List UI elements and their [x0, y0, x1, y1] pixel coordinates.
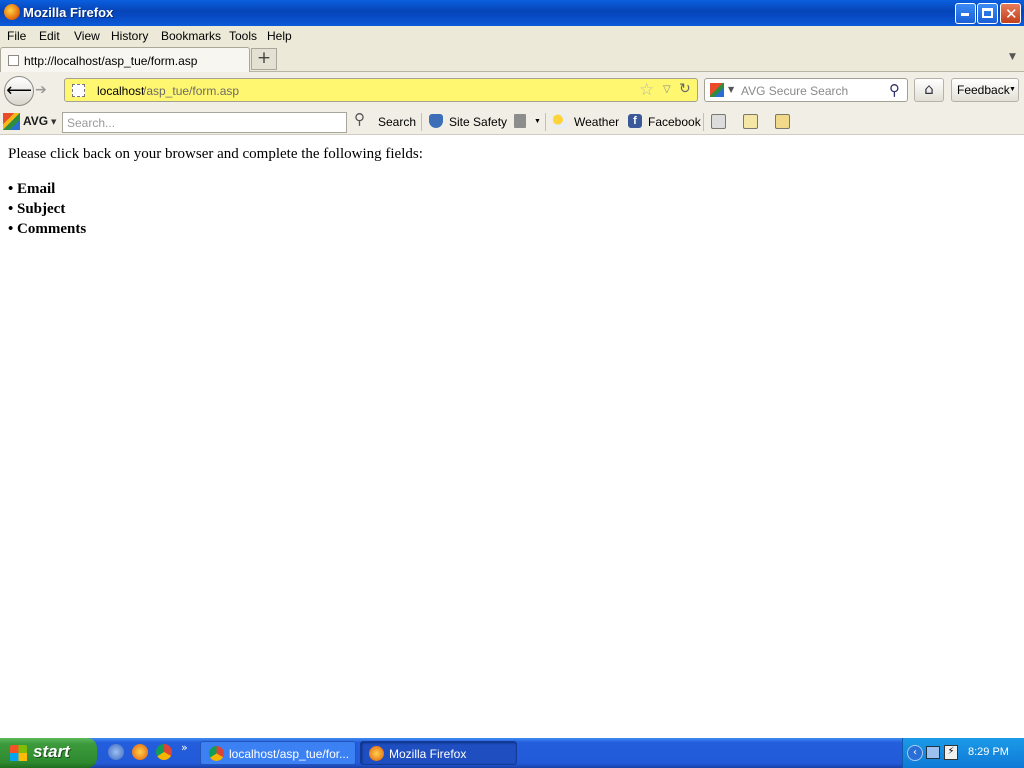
bookmark-star-icon[interactable]: ☆	[639, 80, 654, 100]
chevron-down-icon: ▼	[534, 118, 541, 125]
avg-search-button-label: Search	[378, 115, 417, 129]
search-bar[interactable]: ▼ AVG Secure Search ⚲	[704, 78, 908, 102]
minimize-button[interactable]	[955, 3, 976, 24]
taskbar-button-firefox[interactable]: Mozilla Firefox	[360, 741, 517, 765]
list-all-tabs-icon[interactable]: ▼	[1009, 52, 1016, 62]
feedback-label: Feedback	[957, 83, 1010, 97]
toolbar-divider	[703, 113, 704, 131]
quicklaunch-ie-icon[interactable]	[108, 744, 124, 760]
tab-label: http://localhost/asp_tue/form.asp	[24, 54, 198, 68]
start-label: start	[33, 742, 70, 761]
restore-button[interactable]	[977, 3, 998, 24]
back-arrow-icon: ⟵	[6, 80, 32, 101]
site-safety-label: Site Safety	[449, 115, 508, 129]
quicklaunch-more-icon[interactable]: »	[181, 741, 188, 754]
menu-history[interactable]: History	[111, 29, 148, 43]
tab-form-asp[interactable]: http://localhost/asp_tue/form.asp	[0, 47, 250, 73]
firefox-icon	[369, 746, 384, 761]
close-button[interactable]: ✕	[1000, 3, 1021, 24]
restore-icon	[982, 8, 993, 18]
start-button[interactable]: start	[0, 738, 97, 768]
home-icon: ⌂	[924, 80, 934, 98]
close-icon: ✕	[1005, 5, 1018, 23]
show-hidden-icons-icon[interactable]: ‹	[907, 745, 923, 761]
windows-logo-icon	[10, 745, 27, 761]
notepad-icon[interactable]	[743, 114, 758, 129]
system-tray: ‹ ⚡ 8:29 PM	[902, 738, 1024, 768]
url-path: /asp_tue/form.asp	[143, 84, 240, 98]
chevron-down-icon: ▼	[1009, 86, 1016, 93]
quicklaunch-chrome-icon[interactable]	[156, 744, 172, 760]
quicklaunch-firefox-icon[interactable]	[132, 744, 148, 760]
window-title-bar[interactable]: Mozilla Firefox ✕	[0, 0, 1024, 26]
shield-icon	[429, 114, 443, 128]
forward-button[interactable]: ➔	[35, 82, 47, 98]
url-history-dropdown-icon[interactable]: ▽	[663, 84, 671, 95]
clock[interactable]: 8:29 PM	[968, 746, 1009, 758]
toolbar-divider	[545, 113, 546, 131]
url-bar[interactable]: localhost /asp_tue/form.asp ☆ ▽ ↻	[64, 78, 698, 102]
site-identity-icon[interactable]	[72, 84, 85, 97]
search-engine-icon[interactable]	[710, 83, 724, 97]
chevron-down-icon[interactable]: ▼	[728, 85, 734, 94]
navigation-bar: ⟵ ➔ localhost /asp_tue/form.asp ☆ ▽ ↻ ▼ …	[0, 72, 1024, 108]
chrome-icon	[209, 746, 224, 761]
menu-tools[interactable]: Tools	[229, 29, 257, 43]
required-field-comments: • Comments	[8, 221, 87, 237]
avg-search-input[interactable]: Search...	[62, 112, 347, 133]
power-icon[interactable]: ⚡	[944, 745, 958, 760]
home-button[interactable]: ⌂	[914, 78, 944, 102]
back-button[interactable]: ⟵	[4, 76, 34, 106]
feedback-button[interactable]: Feedback ▼	[951, 78, 1019, 102]
new-tab-button[interactable]: +	[251, 48, 277, 70]
window-title: Mozilla Firefox	[23, 5, 114, 20]
menu-view[interactable]: View	[74, 29, 100, 43]
tab-strip: http://localhost/asp_tue/form.asp + ▼	[0, 46, 1024, 73]
required-field-email: • Email	[8, 181, 56, 197]
intro-text: Please click back on your browser and co…	[8, 146, 423, 162]
url-host: localhost	[97, 84, 145, 98]
menu-file[interactable]: File	[7, 29, 26, 43]
required-field-subject: • Subject	[8, 201, 66, 217]
calculator-icon[interactable]	[711, 114, 726, 129]
firefox-logo-icon	[4, 4, 20, 20]
menu-edit[interactable]: Edit	[39, 29, 60, 43]
search-icon: ⚲	[354, 111, 365, 128]
taskbar-button-chrome[interactable]: localhost/asp_tue/for...	[200, 741, 356, 765]
minimize-icon	[961, 13, 969, 16]
taskbar: start » localhost/asp_tue/for... Mozilla…	[0, 738, 1024, 768]
search-placeholder: AVG Secure Search	[741, 84, 849, 98]
search-icon[interactable]: ⚲	[889, 81, 900, 99]
weather-label: Weather	[574, 115, 620, 129]
avg-search-placeholder: Search...	[67, 116, 116, 130]
toolbar-divider	[421, 113, 422, 131]
avg-logo-icon[interactable]	[3, 113, 20, 130]
trash-icon	[514, 114, 526, 128]
weather-icon	[553, 114, 567, 128]
menu-help[interactable]: Help	[267, 29, 292, 43]
facebook-icon: f	[628, 114, 642, 128]
network-icon[interactable]	[926, 746, 940, 759]
menu-bar: File Edit View History Bookmarks Tools H…	[0, 26, 1024, 46]
page-content: Please click back on your browser and co…	[0, 135, 1024, 738]
chevron-down-icon[interactable]: ▼	[51, 118, 56, 126]
search-files-icon[interactable]	[775, 114, 790, 129]
avg-brand[interactable]: AVG	[23, 114, 48, 128]
avg-toolbar: AVG ▼ Search... ⚲ Search Site Safety ▼ W…	[0, 108, 1024, 135]
page-icon	[8, 55, 19, 66]
taskbar-button-label: Mozilla Firefox	[389, 747, 467, 761]
reload-icon[interactable]: ↻	[679, 81, 691, 97]
menu-bookmarks[interactable]: Bookmarks	[161, 29, 221, 43]
taskbar-button-label: localhost/asp_tue/for...	[229, 747, 350, 761]
facebook-label: Facebook	[648, 115, 701, 129]
